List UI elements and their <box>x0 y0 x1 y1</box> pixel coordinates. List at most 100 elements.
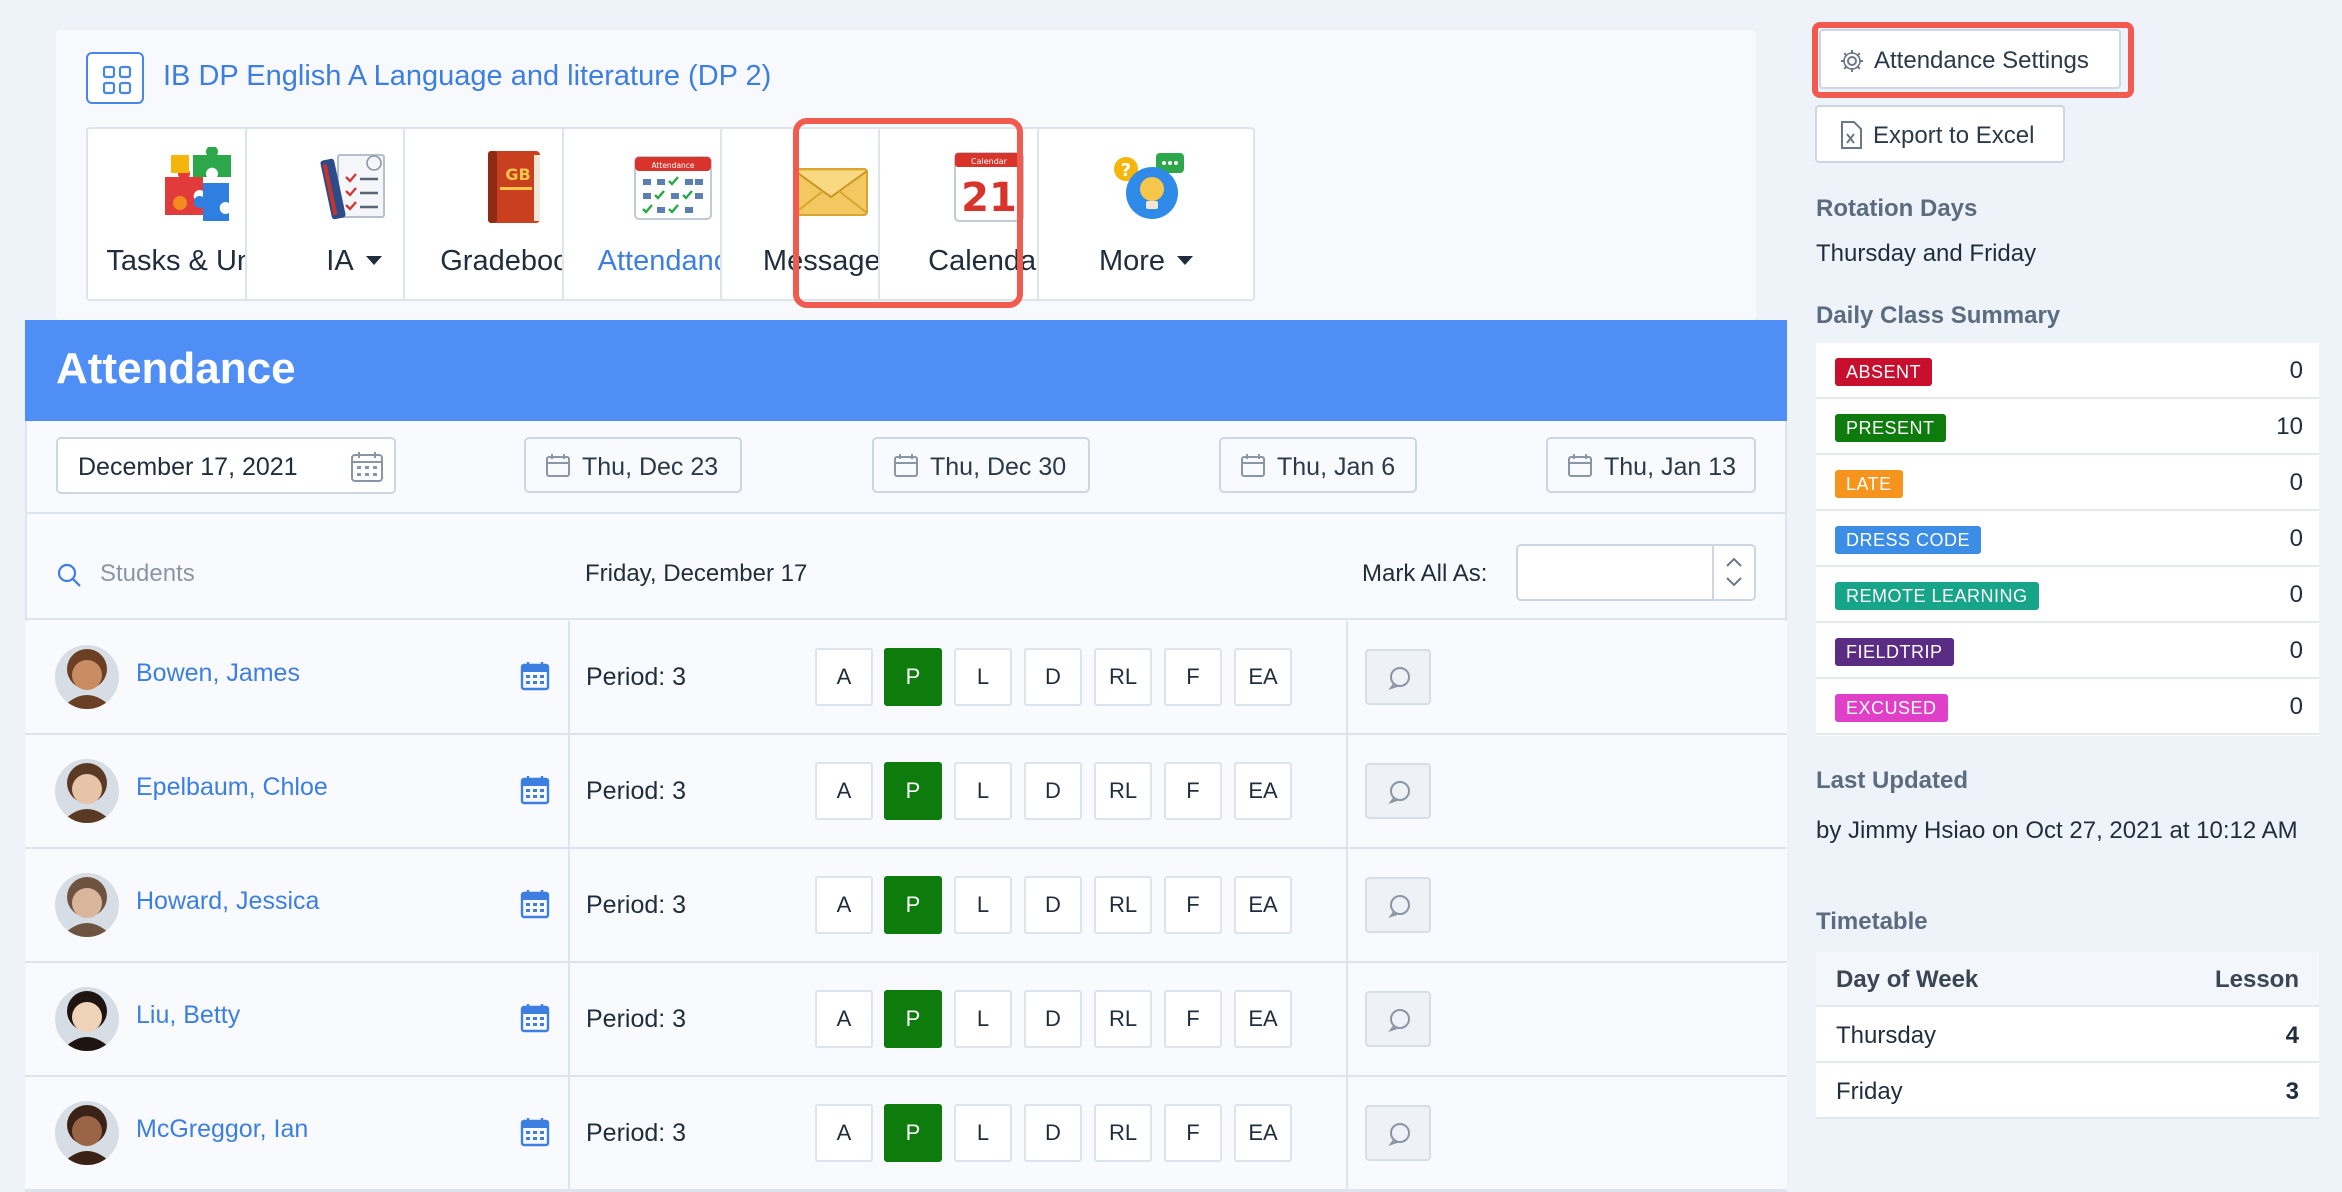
student-row: Howard, Jessica Period: 3 A P L D RL F EA <box>25 849 1787 963</box>
status-button-d[interactable]: D <box>1024 1104 1082 1162</box>
status-button-ea[interactable]: EA <box>1234 876 1292 934</box>
status-button-l[interactable]: L <box>954 990 1012 1048</box>
rotation-days-title: Rotation Days <box>1816 195 1978 222</box>
status-button-f[interactable]: F <box>1164 762 1222 820</box>
student-name-link[interactable]: McGreggor, Ian <box>136 1115 308 1144</box>
status-button-f[interactable]: F <box>1164 1104 1222 1162</box>
status-button-p[interactable]: P <box>884 876 942 934</box>
calendar-icon <box>546 454 570 477</box>
puzzle-icon <box>165 147 231 221</box>
comment-button[interactable] <box>1365 1105 1431 1161</box>
timetable-row: Friday 3 <box>1816 1063 2319 1119</box>
avatar <box>55 873 119 937</box>
status-button-f[interactable]: F <box>1164 648 1222 706</box>
calendar-icon[interactable] <box>350 451 384 483</box>
status-button-a[interactable]: A <box>815 762 873 820</box>
calendar-icon[interactable] <box>520 1003 550 1033</box>
comment-button[interactable] <box>1365 991 1431 1047</box>
avatar <box>55 987 119 1051</box>
status-button-p[interactable]: P <box>884 762 942 820</box>
status-button-d[interactable]: D <box>1024 876 1082 934</box>
search-placeholder: Students <box>100 560 195 587</box>
status-button-rl[interactable]: RL <box>1094 1104 1152 1162</box>
avatar <box>55 759 119 823</box>
status-button-d[interactable]: D <box>1024 648 1082 706</box>
summary-row: PRESENT 10 <box>1816 399 2319 455</box>
export-excel-button[interactable]: Export to Excel <box>1815 105 2065 163</box>
date-button-dec-30[interactable]: Thu, Dec 30 <box>872 437 1090 493</box>
comment-button[interactable] <box>1365 877 1431 933</box>
comment-button[interactable] <box>1365 763 1431 819</box>
status-button-rl[interactable]: RL <box>1094 762 1152 820</box>
status-button-a[interactable]: A <box>815 990 873 1048</box>
date-button-jan-6[interactable]: Thu, Jan 6 <box>1219 437 1417 493</box>
status-button-rl[interactable]: RL <box>1094 990 1152 1048</box>
status-count: 0 <box>2289 581 2303 608</box>
comment-icon <box>1388 667 1410 690</box>
status-button-d[interactable]: D <box>1024 762 1082 820</box>
course-title[interactable]: IB DP English A Language and literature … <box>163 60 771 93</box>
column-divider <box>568 849 570 963</box>
status-button-a[interactable]: A <box>815 648 873 706</box>
attendance-header: Attendance <box>25 320 1787 421</box>
student-name-link[interactable]: Bowen, James <box>136 659 300 688</box>
period-label: Period: 3 <box>586 891 687 919</box>
comment-icon <box>1388 1123 1410 1146</box>
divider <box>25 512 1787 514</box>
status-button-ea[interactable]: EA <box>1234 1104 1292 1162</box>
attendance-title: Attendance <box>56 344 296 393</box>
gradebook-book-icon: GB <box>488 151 540 223</box>
timetable-title: Timetable <box>1816 908 1928 935</box>
calendar-icon[interactable] <box>520 889 550 919</box>
calendar-icon[interactable] <box>520 775 550 805</box>
student-row: Bowen, James Period: 3 A P L D RL F EA <box>25 621 1787 735</box>
status-button-l[interactable]: L <box>954 876 1012 934</box>
status-button-l[interactable]: L <box>954 648 1012 706</box>
status-button-f[interactable]: F <box>1164 990 1222 1048</box>
student-name-link[interactable]: Epelbaum, Chloe <box>136 773 328 802</box>
status-count: 0 <box>2289 525 2303 552</box>
status-button-f[interactable]: F <box>1164 876 1222 934</box>
status-button-ea[interactable]: EA <box>1234 648 1292 706</box>
status-button-l[interactable]: L <box>954 1104 1012 1162</box>
student-name-link[interactable]: Howard, Jessica <box>136 887 319 916</box>
date-picker-input[interactable]: December 17, 2021 <box>56 437 396 494</box>
comment-button[interactable] <box>1365 649 1431 705</box>
date-button-dec-23[interactable]: Thu, Dec 23 <box>524 437 742 493</box>
calendar-icon <box>894 454 918 477</box>
status-button-p[interactable]: P <box>884 648 942 706</box>
excel-file-icon <box>1841 121 1862 149</box>
calendar-icon[interactable] <box>520 1117 550 1147</box>
last-updated-value: by Jimmy Hsiao on Oct 27, 2021 at 10:12 … <box>1816 817 2298 844</box>
select-stepper[interactable] <box>1712 546 1754 599</box>
status-button-rl[interactable]: RL <box>1094 648 1152 706</box>
date-button-jan-13[interactable]: Thu, Jan 13 <box>1546 437 1756 493</box>
tile-more[interactable]: ? More <box>1037 127 1255 301</box>
column-divider <box>1346 963 1348 1077</box>
column-divider <box>568 1077 570 1191</box>
period-label: Period: 3 <box>586 1005 687 1033</box>
comment-icon <box>1388 781 1410 804</box>
status-button-p[interactable]: P <box>884 1104 942 1162</box>
calendar-icon <box>1568 454 1592 477</box>
status-button-ea[interactable]: EA <box>1234 990 1292 1048</box>
status-button-a[interactable]: A <box>815 876 873 934</box>
status-badge: FIELDTRIP <box>1835 638 1954 666</box>
course-grid-button[interactable] <box>86 52 144 104</box>
status-button-l[interactable]: L <box>954 762 1012 820</box>
student-name-link[interactable]: Liu, Betty <box>136 1001 240 1030</box>
status-button-rl[interactable]: RL <box>1094 876 1152 934</box>
mark-all-select[interactable] <box>1516 544 1756 601</box>
svg-text:Attendance: Attendance <box>651 161 694 170</box>
more-lightbulb-icon: ? <box>1114 153 1184 219</box>
status-badge: DRESS CODE <box>1835 526 1982 554</box>
status-button-p[interactable]: P <box>884 990 942 1048</box>
status-badge: LATE <box>1835 470 1903 498</box>
attendance-calendar-icon: Attendance <box>634 156 712 220</box>
period-label: Period: 3 <box>586 1119 687 1147</box>
summary-row: REMOTE LEARNING 0 <box>1816 567 2319 623</box>
status-button-ea[interactable]: EA <box>1234 762 1292 820</box>
calendar-icon[interactable] <box>520 661 550 691</box>
status-button-d[interactable]: D <box>1024 990 1082 1048</box>
status-button-a[interactable]: A <box>815 1104 873 1162</box>
